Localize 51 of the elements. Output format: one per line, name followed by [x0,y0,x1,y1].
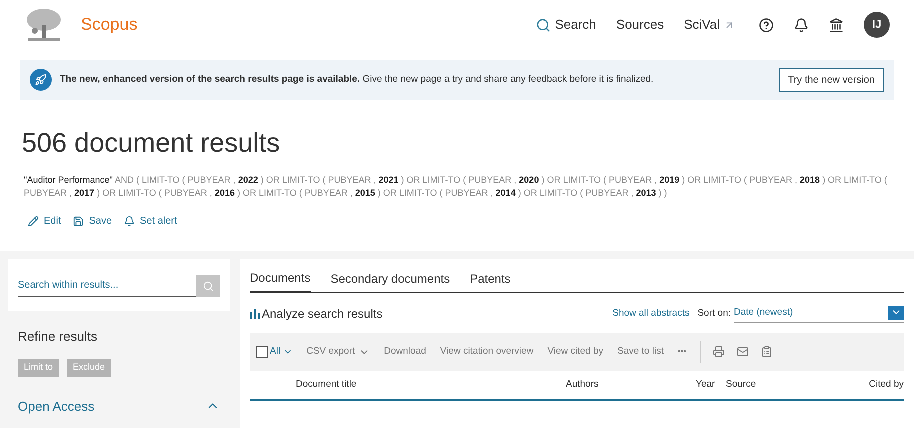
save-icon [73,216,84,227]
analyze-results-button[interactable]: Analyze search results [250,305,383,323]
brand-name[interactable]: Scopus [81,12,138,38]
banner-message: The new, enhanced version of the search results page is available. Give the new page a try and share any feedback before it is finalized. [60,72,654,87]
search-icon [536,18,552,32]
rocket-icon [30,69,52,91]
nav-link[interactable]: Sources [616,15,664,35]
sort-label: Sort on: [698,306,731,321]
select-all-checkbox[interactable]: All [256,344,293,360]
action-link[interactable]: Edit [28,214,62,229]
refine-heading: Refine results [18,328,98,346]
nav-link[interactable]: SciVal [684,15,735,35]
toolbar-action[interactable]: View cited by [548,344,604,360]
dropdown-icon [888,306,904,320]
column-header: Document title [296,378,358,392]
print-icon[interactable] [713,346,726,358]
more-button[interactable]: ••• [678,346,686,358]
institution-icon[interactable] [829,18,844,32]
column-header: Authors [566,378,600,392]
search-icon [202,280,214,292]
try-new-version-button[interactable]: Try the new version [779,68,884,92]
results-tab[interactable]: Documents [250,269,311,293]
toolbar-action[interactable]: View citation overview [440,344,534,360]
toolbar-action[interactable]: CSV export [306,344,370,360]
results-tab[interactable]: Patents [470,269,511,292]
mail-icon[interactable] [737,346,750,358]
bar-chart-icon [250,309,260,319]
column-header: Year [696,378,716,392]
results-title: 506 document results [22,127,282,160]
nav-link[interactable]: Search [536,15,596,35]
bell-icon [124,216,136,227]
column-header: Source [726,378,756,392]
tree-logo-icon [24,7,64,43]
pencil-icon [28,216,39,227]
clipboard-icon[interactable] [761,346,774,358]
column-header: Cited by [869,378,904,392]
arrow-icon [724,20,735,30]
open-access-facet[interactable]: Open Access [18,396,220,416]
search-within-field[interactable]: Search within results... [18,275,196,297]
action-link[interactable]: Set alert [124,214,178,229]
show-abstracts-link[interactable]: Show all abstracts [612,306,690,322]
user-avatar[interactable]: IJ [864,12,890,38]
results-tab[interactable]: Secondary documents [330,269,450,292]
search-bar[interactable]: Search within results... [8,259,230,311]
help-icon[interactable] [759,18,774,32]
action-link[interactable]: Save [73,214,112,229]
bell-icon[interactable] [794,18,809,32]
toolbar-action[interactable]: Download [384,344,426,360]
sort-dropdown[interactable]: Date (newest) [734,306,904,322]
search-query: "Auditor Performance" AND ( LIMIT-TO ( PUBYEAR , 2022 ) OR LIMIT-TO ( PUBYEAR , 2021 ) OR LIMIT-TO ( PUBYEAR , 2020 ) OR LIMIT-TO ( PUBYEAR , 2019 ) OR LIMIT-TO ( PUBYEAR , 2018 ) OR LIMIT-TO ( PUBYEAR , 2017 ) OR LIMIT-TO ( PUBYEAR , 2016 ) OR LIMIT-TO ( PUBYEAR , 2015 ) OR LIMIT-TO ( PUBYEAR , 2014 ) OR LIMIT-TO ( PUBYEAR , 2013 ) ) [24,174,888,200]
toolbar-action[interactable]: Save to list [618,344,664,360]
